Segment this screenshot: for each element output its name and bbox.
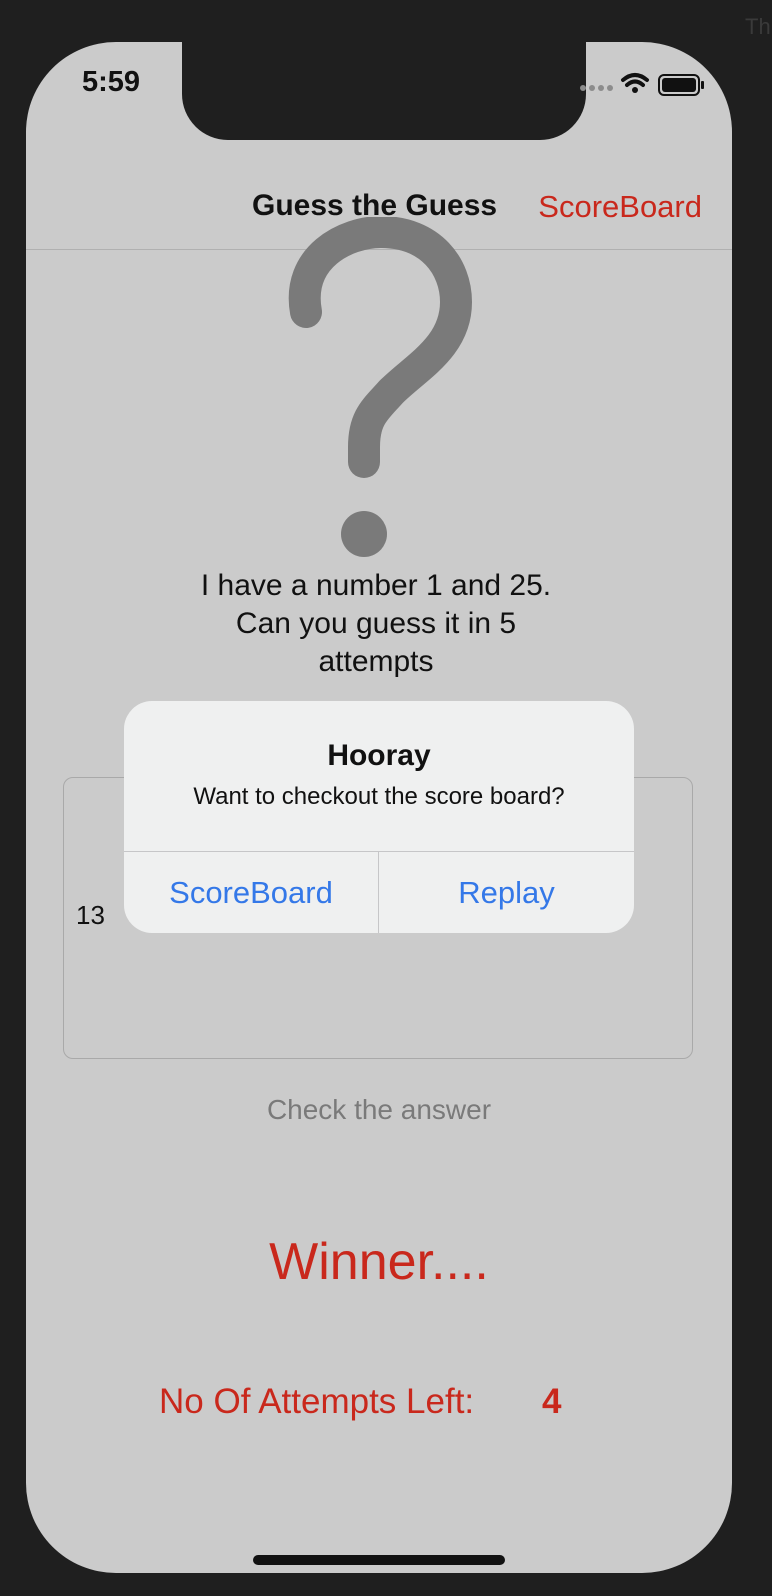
home-indicator[interactable] <box>253 1555 505 1565</box>
status-icons <box>579 70 709 100</box>
alert-dialog: Hooray Want to checkout the score board?… <box>124 701 634 933</box>
alert-message: Want to checkout the score board? <box>193 783 565 810</box>
status-time: 5:59 <box>82 66 141 98</box>
battery-icon <box>658 74 704 96</box>
result-text: Winner.... <box>269 1233 489 1291</box>
phone-screen: 5:59 Guess the Guess ScoreBoard I have a… <box>26 42 732 1573</box>
alert-replay-button[interactable]: Replay <box>379 852 634 933</box>
alert-scoreboard-button[interactable]: ScoreBoard <box>124 852 378 933</box>
alert-title: Hooray <box>327 739 431 772</box>
scoreboard-nav-button[interactable]: ScoreBoard <box>538 189 702 225</box>
wifi-icon <box>621 73 649 93</box>
attempts-left-label: No Of Attempts Left: <box>159 1382 475 1421</box>
prompt-line: I have a number 1 and 25. <box>200 569 552 602</box>
prompt-line: attempts <box>318 645 434 678</box>
game-prompt: I have a number 1 and 25. Can you guess … <box>116 567 636 681</box>
guess-input-value: 13 <box>76 900 105 930</box>
prompt-line: Can you guess it in 5 <box>235 607 517 640</box>
check-answer-button[interactable]: Check the answer <box>26 1094 732 1126</box>
attempts-left-value: 4 <box>542 1382 562 1421</box>
question-mark-icon <box>266 216 486 577</box>
background-corner-text: Th <box>745 14 771 39</box>
signal-dots-icon <box>580 85 613 91</box>
